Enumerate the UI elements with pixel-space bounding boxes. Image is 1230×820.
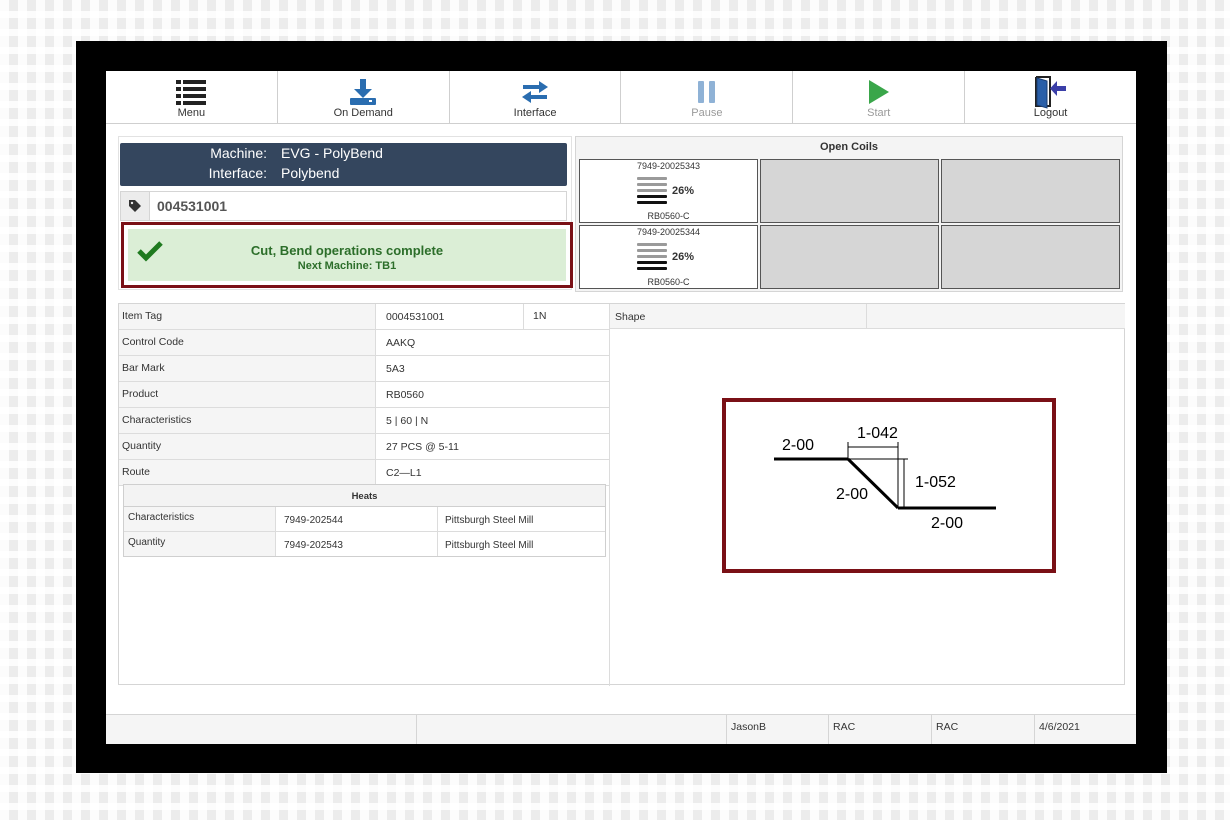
row-label: Characteristics [119,408,376,433]
table-row: Characteristics 7949-202544 Pittsburgh S… [124,507,605,532]
play-icon [868,77,890,107]
status-banner: Cut, Bend operations complete Next Machi… [121,222,573,288]
row-label: Item Tag [119,304,376,329]
heats-table: Heats Characteristics 7949-202544 Pittsb… [123,484,606,557]
row-value: AAKQ [386,337,416,349]
coil-product: RB0560-C [647,211,690,221]
footer-user: JasonB [726,715,828,744]
heat-mill: Pittsburgh Steel Mill [437,507,533,531]
open-coils-panel: Open Coils 7949-20025343 26% RB0560-C 79… [575,136,1123,292]
machine-value: EVG - PolyBend [281,145,383,161]
coil-slot-empty[interactable] [941,225,1120,289]
coil-slot-empty[interactable] [760,225,939,289]
interface-label: Interface [513,107,557,119]
coil-slot-2[interactable]: 7949-20025344 26% RB0560-C [579,225,758,289]
table-row: Product RB0560 [119,382,609,408]
row-value: 5 | 60 | N [386,415,429,427]
row-value: 27 PCS @ 5-11 [386,441,459,453]
status-bar: JasonB RAC RAC 4/6/2021 [106,714,1136,744]
shape-header: Shape [609,304,1125,329]
row-label: Product [119,382,376,407]
open-coils-title: Open Coils [819,141,879,153]
table-row: Quantity 7949-202543 Pittsburgh Steel Mi… [124,532,605,556]
tag-field[interactable]: 004531001 [120,191,567,221]
heats-title: Heats [124,485,605,507]
shape-label: Shape [615,311,646,323]
pause-label: Pause [691,107,723,119]
coil-percent: 26% [672,251,695,263]
table-row: Quantity 27 PCS @ 5-11 [119,434,609,460]
table-row: Characteristics 5 | 60 | N [119,408,609,434]
row-value: 0004531001 [386,311,445,323]
menu-icon [176,77,207,107]
status-title: Cut, Bend operations complete [250,243,444,258]
table-row: Item Tag 0004531001 1N [119,304,609,330]
row-label: Route [119,460,376,485]
dim-bottom: 2-00 [931,515,963,532]
row-label: Bar Mark [119,356,376,381]
row-label: Quantity [119,434,376,459]
coil-percent: 26% [672,185,695,197]
swap-arrows-icon [521,77,549,107]
footer-field1: RAC [828,715,930,744]
heat-label: Quantity [124,532,276,556]
heat-number: 7949-202543 [284,540,343,551]
footer-date: 4/6/2021 [1034,715,1136,744]
interface-button[interactable]: Interface [450,71,622,123]
coil-id: 7949-20025343 [636,161,701,171]
dim-diagonal: 2-00 [836,486,868,503]
heat-number: 7949-202544 [284,515,343,526]
tag-icon [121,192,150,220]
dim-top: 1-042 [857,425,898,442]
row-value: C2—L1 [386,467,422,479]
coil-slot-empty[interactable] [941,159,1120,223]
on-demand-button[interactable]: On Demand [278,71,450,123]
dim-vertical: 1-052 [915,474,956,491]
coil-product: RB0560-C [647,277,690,287]
logout-label: Logout [1033,107,1068,119]
bend-shape-diagram: 2-00 1-042 1-052 2-00 2-00 [774,425,996,532]
table-row: Control Code AAKQ [119,330,609,356]
table-row: Bar Mark 5A3 [119,356,609,382]
coil-id: 7949-20025344 [636,227,701,237]
interface-field-label: Interface: [208,165,267,181]
download-icon [349,77,377,107]
start-label: Start [867,107,891,119]
coil-slot-1[interactable]: 7949-20025343 26% RB0560-C [579,159,758,223]
shape-drawing: 2-00 1-042 1-052 2-00 2-00 [722,398,1056,573]
tag-number: 004531001 [157,198,228,214]
interface-value: Polybend [281,165,340,181]
menu-label: Menu [177,107,206,119]
coil-stack-icon [637,243,667,273]
logout-button[interactable]: Logout [965,71,1136,123]
machine-info: Machine: EVG - PolyBend Interface: Polyb… [120,143,567,186]
row-extra: 1N [523,304,609,329]
start-button[interactable]: Start [793,71,966,123]
status-subtitle: Next Machine: TB1 [297,260,397,272]
pause-button[interactable]: Pause [621,71,794,123]
heat-mill: Pittsburgh Steel Mill [437,532,533,556]
footer-field2: RAC [931,715,1033,744]
machine-label: Machine: [210,145,267,161]
toolbar: Menu On Demand Interface Pause Start Log… [106,71,1136,124]
table-row: Route C2—L1 [119,460,609,486]
coil-slot-empty[interactable] [760,159,939,223]
row-value: 5A3 [386,363,405,375]
on-demand-label: On Demand [333,107,393,119]
dim-left: 2-00 [782,437,814,454]
heat-label: Characteristics [124,507,276,531]
details-table: Item Tag 0004531001 1N Control Code AAKQ… [119,304,609,486]
row-label: Control Code [119,330,376,355]
menu-button[interactable]: Menu [106,71,278,123]
logout-door-icon [1033,76,1069,109]
app-screen: Menu On Demand Interface Pause Start Log… [106,71,1136,744]
coil-stack-icon [637,177,667,207]
pause-icon [697,77,717,107]
row-value: RB0560 [386,389,424,401]
